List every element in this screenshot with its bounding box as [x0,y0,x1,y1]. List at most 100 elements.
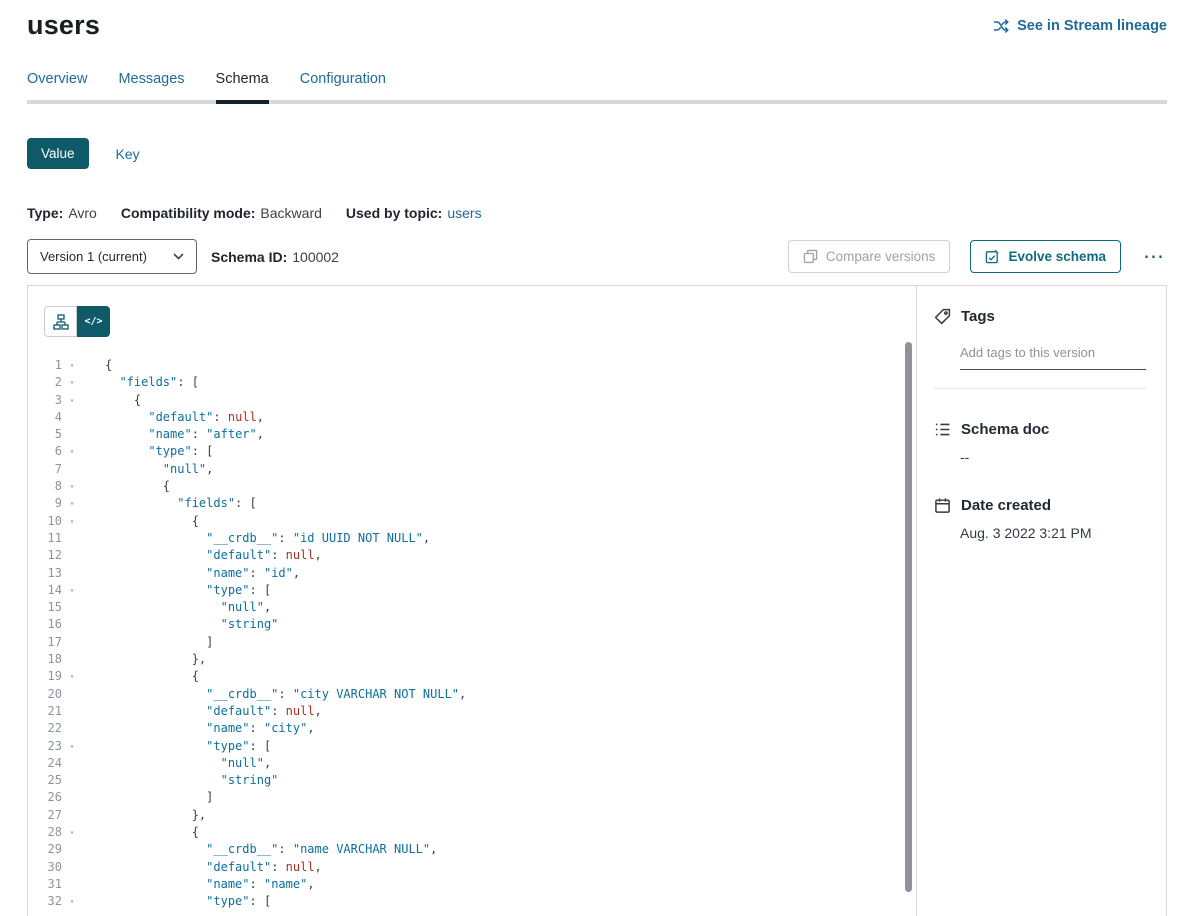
line-number: 29 [28,841,62,858]
schema-doc-value: -- [960,449,1146,465]
line-number: 1 [28,357,62,374]
fold-arrow-icon[interactable]: ▾ [65,738,79,755]
fold-spacer [65,530,79,547]
line-number: 10 [28,513,62,530]
code-line: 22 "name": "city", [28,720,916,737]
code-line: 18 }, [28,651,916,668]
line-number: 7 [28,461,62,478]
line-number: 20 [28,686,62,703]
more-options-button[interactable]: ⋯ [1141,248,1167,266]
code-line-content: "null", [79,461,213,478]
fold-spacer [65,547,79,564]
evolve-schema-label: Evolve schema [1008,249,1106,264]
sidebar-divider [934,388,1146,389]
schema-type: Type:Avro [27,205,97,221]
date-created-header: Date created [934,497,1146,514]
version-select-value: Version 1 (current) [40,249,147,264]
evolve-schema-button[interactable]: Evolve schema [970,240,1121,273]
line-number: 9 [28,495,62,512]
schema-sidebar: Tags Schema doc -- [916,286,1166,916]
code-line-content: "default": null, [79,703,322,720]
schema-code-pane: </> 1▾{2▾ "fields": [3▾ {4 "default": nu… [28,286,916,916]
fold-arrow-icon[interactable]: ▾ [65,392,79,409]
schema-doc-section: Schema doc -- [934,421,1146,465]
schema-id: Schema ID:100002 [211,249,339,265]
line-number: 16 [28,616,62,633]
code-line: 28▾ { [28,824,916,841]
fold-spacer [65,634,79,651]
code-line: 13 "name": "id", [28,565,916,582]
fold-spacer [65,859,79,876]
fold-arrow-icon[interactable]: ▾ [65,357,79,374]
schema-toolbar: Version 1 (current) Schema ID:100002 C [27,239,1167,274]
tag-icon [934,308,951,325]
line-number: 26 [28,789,62,806]
schema-meta-row: Type:Avro Compatibility mode:Backward Us… [27,205,1167,221]
code-line-content: "default": null, [79,409,264,426]
tab-overview[interactable]: Overview [27,71,87,100]
fold-arrow-icon[interactable]: ▾ [65,582,79,599]
tab-configuration[interactable]: Configuration [300,71,386,100]
fold-arrow-icon[interactable]: ▾ [65,824,79,841]
schema-type-value: Avro [68,205,97,221]
page-header: users See in Stream lineage [27,0,1167,41]
version-select[interactable]: Version 1 (current) [27,239,197,274]
fold-arrow-icon[interactable]: ▾ [65,443,79,460]
schema-code-editor[interactable]: 1▾{2▾ "fields": [3▾ {4 "default": null,5… [28,357,916,911]
fold-spacer [65,807,79,824]
compare-versions-button[interactable]: Compare versions [788,240,951,273]
code-line: 6▾ "type": [ [28,443,916,460]
code-line-content: "type": [ [79,582,271,599]
code-line-content: "type": [ [79,893,271,910]
line-number: 3 [28,392,62,409]
fold-spacer [65,565,79,582]
code-line-content: }, [79,807,206,824]
compare-versions-icon [803,249,818,264]
code-line-content: "string" [79,772,278,789]
line-number: 12 [28,547,62,564]
used-by-topic-label: Used by topic: [346,205,442,221]
code-line-content: "__crdb__": "name VARCHAR NULL", [79,841,437,858]
fold-arrow-icon[interactable]: ▾ [65,513,79,530]
code-line: 10▾ { [28,513,916,530]
code-view-button[interactable]: </> [77,306,110,337]
line-number: 19 [28,668,62,685]
used-by-topic-link[interactable]: users [447,205,481,221]
tab-schema[interactable]: Schema [216,71,269,100]
compare-versions-label: Compare versions [826,249,936,264]
code-line: 12 "default": null, [28,547,916,564]
value-toggle-button[interactable]: Value [27,138,89,169]
line-number: 28 [28,824,62,841]
code-line: 8▾ { [28,478,916,495]
add-tags-input[interactable] [960,343,1146,370]
stream-lineage-label: See in Stream lineage [1017,18,1167,34]
stream-lineage-link[interactable]: See in Stream lineage [993,18,1167,34]
fold-arrow-icon[interactable]: ▾ [65,668,79,685]
code-line-content: { [79,513,199,530]
tree-view-button[interactable] [44,306,77,337]
editor-scrollbar-thumb[interactable] [905,342,912,892]
code-line: 27 }, [28,807,916,824]
fold-arrow-icon[interactable]: ▾ [65,478,79,495]
date-created-section: Date created Aug. 3 2022 3:21 PM [934,497,1146,541]
fold-arrow-icon[interactable]: ▾ [65,893,79,910]
fold-arrow-icon[interactable]: ▾ [65,495,79,512]
code-line: 30 "default": null, [28,859,916,876]
fold-spacer [65,461,79,478]
more-options-icon: ⋯ [1143,245,1165,268]
line-number: 18 [28,651,62,668]
fold-spacer [65,426,79,443]
code-line: 23▾ "type": [ [28,738,916,755]
line-number: 2 [28,374,62,391]
line-number: 4 [28,409,62,426]
line-number: 24 [28,755,62,772]
schema-doc-header: Schema doc [934,421,1146,438]
code-line-content: "__crdb__": "id UUID NOT NULL", [79,530,430,547]
editor-scrollbar[interactable] [905,342,912,916]
code-line-content: }, [79,651,206,668]
fold-arrow-icon[interactable]: ▾ [65,374,79,391]
key-toggle-button[interactable]: Key [116,146,140,162]
fold-spacer [65,599,79,616]
tab-messages[interactable]: Messages [118,71,184,100]
code-line: 25 "string" [28,772,916,789]
